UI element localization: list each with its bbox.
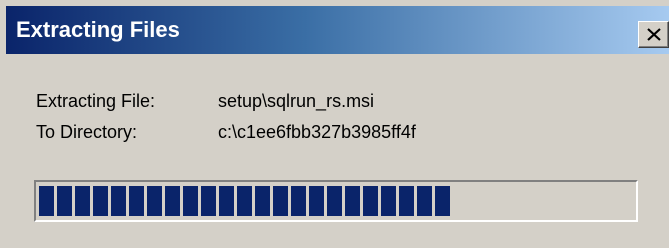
progress-track bbox=[39, 186, 633, 216]
progress-segment bbox=[57, 186, 72, 216]
extracting-file-row: Extracting File: setup\sqlrun_rs.msi bbox=[36, 90, 374, 112]
progress-segment bbox=[309, 186, 324, 216]
progress-segment bbox=[219, 186, 234, 216]
progress-segment bbox=[111, 186, 126, 216]
progress-segment bbox=[417, 186, 432, 216]
window-title: Extracting Files bbox=[16, 17, 180, 42]
to-directory-value: c:\c1ee6fbb327b3985ff4f bbox=[218, 122, 416, 142]
progress-segment bbox=[327, 186, 342, 216]
progress-segment bbox=[255, 186, 270, 216]
progress-segment bbox=[435, 186, 450, 216]
progress-bar bbox=[34, 180, 638, 222]
progress-segment bbox=[39, 186, 54, 216]
progress-segment bbox=[291, 186, 306, 216]
progress-segment bbox=[237, 186, 252, 216]
progress-segment bbox=[363, 186, 378, 216]
progress-segment bbox=[381, 186, 396, 216]
progress-segment bbox=[93, 186, 108, 216]
progress-segment bbox=[201, 186, 216, 216]
to-directory-row: To Directory: c:\c1ee6fbb327b3985ff4f bbox=[36, 121, 416, 143]
close-button[interactable] bbox=[638, 21, 669, 48]
progress-segment bbox=[345, 186, 360, 216]
title-bar: Extracting Files bbox=[6, 6, 669, 54]
progress-segment bbox=[75, 186, 90, 216]
progress-fill bbox=[39, 186, 633, 216]
progress-segment bbox=[399, 186, 414, 216]
extracting-file-value: setup\sqlrun_rs.msi bbox=[218, 91, 375, 111]
progress-segment bbox=[147, 186, 162, 216]
progress-segment bbox=[183, 186, 198, 216]
progress-segment bbox=[129, 186, 144, 216]
close-icon bbox=[647, 28, 661, 41]
progress-segment bbox=[273, 186, 288, 216]
progress-segment bbox=[165, 186, 180, 216]
extracting-files-dialog: Extracting Files Extracting File: setup\s… bbox=[0, 0, 669, 248]
extracting-file-label: Extracting File: bbox=[36, 91, 156, 111]
to-directory-label: To Directory: bbox=[36, 122, 138, 142]
